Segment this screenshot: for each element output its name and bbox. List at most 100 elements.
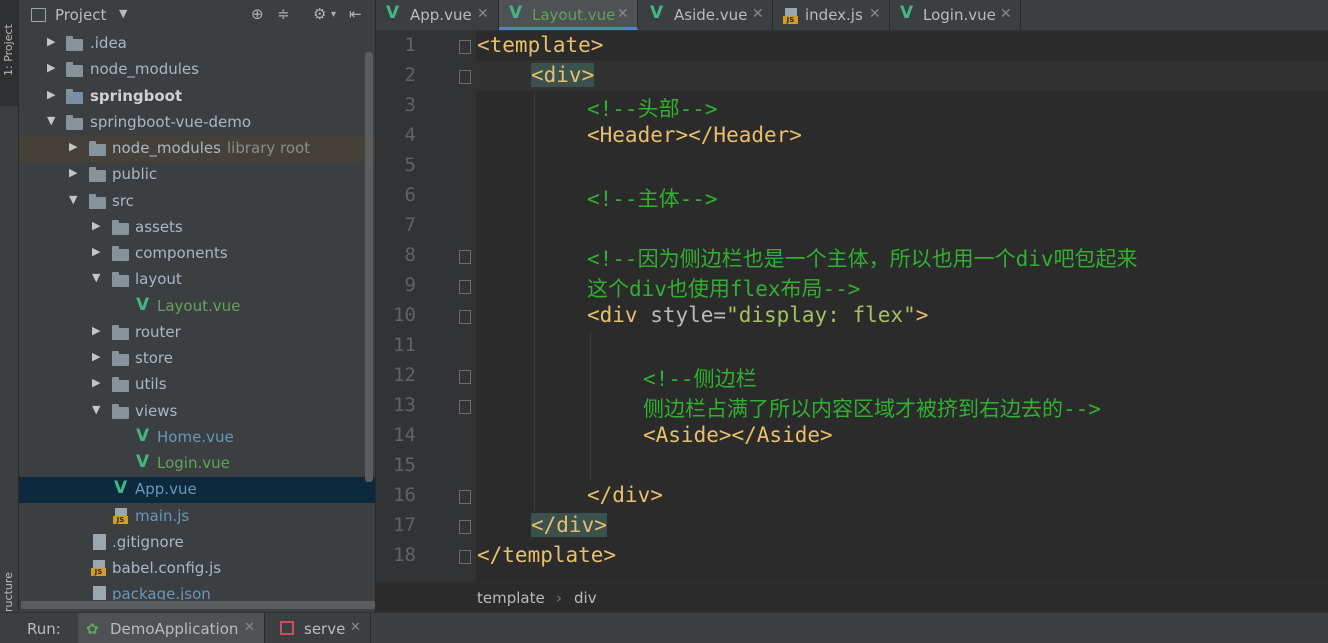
js-file-icon: JS [113, 508, 129, 524]
folder-icon [112, 377, 129, 392]
tree-item-components[interactable]: ▶ components [19, 241, 375, 267]
expand-arrow-icon[interactable]: ▶ [69, 140, 77, 153]
close-icon[interactable]: ✕ [244, 620, 255, 635]
tree-item-views[interactable]: ▼ views [19, 399, 375, 425]
locate-icon[interactable]: ⊕ [251, 5, 264, 23]
close-icon[interactable]: ✕ [752, 6, 764, 22]
tree-item-main-js[interactable]: JS main.js [19, 504, 375, 530]
tab-layout-vue[interactable]: V Layout.vue ✕ [499, 0, 638, 30]
fold-marker-icon[interactable] [459, 490, 471, 504]
expand-arrow-icon[interactable]: ▶ [92, 350, 100, 363]
code-line-3: <!--头部--> [587, 97, 718, 121]
collapse-all-icon[interactable]: ≑ [277, 5, 290, 23]
close-icon[interactable]: ✕ [869, 6, 881, 22]
close-icon[interactable]: ✕ [477, 6, 489, 22]
expand-arrow-icon[interactable]: ▶ [69, 166, 77, 179]
tree-item-springboot[interactable]: ▶ springboot [19, 84, 375, 110]
tree-item-assets[interactable]: ▶ assets [19, 215, 375, 241]
code-line-2: <div> [531, 63, 595, 87]
code-line-4: <Header></Header> [587, 123, 802, 147]
editor-gutter: 1 2 3 4 5 6 7 8 9 10 11 12 13 14 15 16 1… [376, 31, 476, 581]
vue-file-icon: V [136, 452, 150, 472]
collapse-arrow-icon[interactable]: ▼ [92, 403, 100, 416]
run-toolbar: Run: ✿ DemoApplication ✕ serve ✕ [0, 612, 1328, 643]
tree-item-springboot-vue-demo[interactable]: ▼ springboot-vue-demo [19, 110, 375, 136]
breadcrumb-item-template[interactable]: template [477, 589, 545, 607]
indent-guide [590, 331, 591, 481]
code-editor[interactable]: 1 2 3 4 5 6 7 8 9 10 11 12 13 14 15 16 1… [376, 31, 1328, 581]
tree-item-layout[interactable]: ▼ layout [19, 267, 375, 293]
code-line-16: </div> [587, 483, 663, 507]
tree-item-router[interactable]: ▶ router [19, 320, 375, 346]
fold-marker-icon[interactable] [459, 520, 471, 534]
module-folder-icon [66, 89, 83, 104]
tree-item-node-modules-library[interactable]: ▶ node_modules library root [19, 136, 375, 162]
vertical-scrollbar[interactable] [365, 52, 373, 482]
code-line-12: <!--侧边栏 [643, 367, 757, 391]
code-line-13: 侧边栏占满了所以内容区域才被挤到右边去的--> [643, 397, 1101, 421]
chevron-down-icon[interactable]: ▾ [331, 9, 336, 20]
fold-marker-icon[interactable] [459, 250, 471, 264]
collapse-arrow-icon[interactable]: ▼ [92, 271, 100, 284]
tree-item-store[interactable]: ▶ store [19, 346, 375, 372]
tree-item-gitignore[interactable]: .gitignore [19, 530, 375, 556]
folder-icon [89, 194, 106, 209]
vue-file-icon: V [650, 3, 664, 23]
expand-arrow-icon[interactable]: ▶ [47, 35, 55, 48]
vue-file-icon: V [136, 295, 150, 315]
run-tab-serve[interactable]: serve ✕ [272, 613, 371, 643]
collapse-arrow-icon[interactable]: ▼ [47, 114, 55, 127]
tab-login-vue[interactable]: V Login.vue ✕ [890, 0, 1021, 30]
tree-item-app-vue[interactable]: V App.vue [19, 477, 375, 503]
collapse-arrow-icon[interactable]: ▼ [69, 193, 77, 206]
tree-item-babel-config[interactable]: JS babel.config.js [19, 556, 375, 582]
tab-app-vue[interactable]: V App.vue ✕ [376, 0, 499, 30]
code-line-14: <Aside></Aside> [643, 423, 833, 447]
gear-icon[interactable]: ⚙ [313, 5, 326, 23]
vue-file-icon: V [136, 426, 150, 446]
folder-icon [66, 62, 83, 77]
vue-file-icon: V [900, 3, 914, 23]
breadcrumb-item-div[interactable]: div [574, 589, 597, 607]
project-panel-title[interactable]: Project [55, 6, 106, 24]
tree-item-node-modules[interactable]: ▶ node_modules [19, 57, 375, 83]
tree-item-idea[interactable]: ▶ .idea [19, 31, 375, 57]
tree-item-login-vue[interactable]: V Login.vue [19, 451, 375, 477]
project-panel-header: Project ▼ ⊕ ≑ ⚙ ▾ ⇤ [19, 0, 375, 30]
tab-index-js[interactable]: JS index.js ✕ [773, 0, 890, 30]
folder-icon [66, 36, 83, 51]
expand-arrow-icon[interactable]: ▶ [47, 88, 55, 101]
close-icon[interactable]: ✕ [617, 6, 629, 22]
folder-icon [112, 404, 129, 419]
tree-item-utils[interactable]: ▶ utils [19, 372, 375, 398]
expand-arrow-icon[interactable]: ▶ [92, 376, 100, 389]
fold-marker-icon[interactable] [459, 370, 471, 384]
fold-marker-icon[interactable] [459, 400, 471, 414]
run-label: Run: [27, 620, 61, 638]
expand-arrow-icon[interactable]: ▶ [92, 245, 100, 258]
expand-arrow-icon[interactable]: ▶ [47, 61, 55, 74]
close-icon[interactable]: ✕ [1000, 6, 1012, 22]
run-tab-demo-application[interactable]: ✿ DemoApplication ✕ [78, 613, 265, 643]
tree-item-public[interactable]: ▶ public [19, 162, 375, 188]
fold-marker-icon[interactable] [459, 40, 471, 54]
fold-marker-icon[interactable] [459, 70, 471, 84]
tab-aside-vue[interactable]: V Aside.vue ✕ [638, 0, 773, 30]
hide-panel-icon[interactable]: ⇤ [349, 5, 362, 23]
tree-item-home-vue[interactable]: V Home.vue [19, 425, 375, 451]
tree-item-src[interactable]: ▼ src [19, 189, 375, 215]
chevron-down-icon[interactable]: ▼ [119, 7, 127, 20]
folder-icon [112, 272, 129, 287]
code-line-10: <div style="display: flex"> [587, 303, 929, 327]
project-tool-tab[interactable]: 1: Project [0, 0, 18, 106]
expand-arrow-icon[interactable]: ▶ [92, 324, 100, 337]
close-icon[interactable]: ✕ [350, 620, 361, 635]
fold-marker-icon[interactable] [459, 310, 471, 324]
horizontal-scrollbar[interactable] [19, 600, 375, 610]
folder-icon [112, 351, 129, 366]
fold-marker-icon[interactable] [459, 550, 471, 564]
fold-marker-icon[interactable] [459, 280, 471, 294]
folder-icon [66, 115, 83, 130]
tree-item-layout-vue[interactable]: V Layout.vue [19, 294, 375, 320]
expand-arrow-icon[interactable]: ▶ [92, 219, 100, 232]
